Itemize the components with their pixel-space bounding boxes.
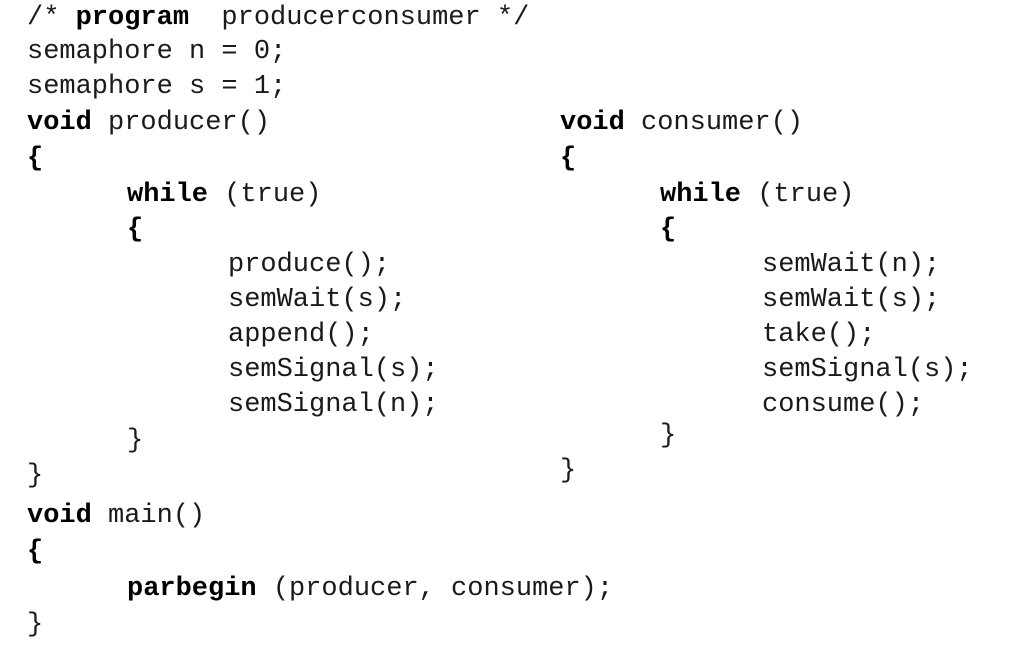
comment-keyword: program — [75, 3, 190, 33]
producer-while: while (true) — [127, 179, 321, 211]
consumer-close-brace: } — [560, 456, 577, 486]
producer-statement: append(); — [228, 320, 374, 350]
producer-loop-close: } — [127, 426, 144, 456]
global-declaration: semaphore n = 0; — [27, 37, 287, 67]
producer-loop-open: { — [127, 215, 144, 245]
comment-rest: producerconsumer */ — [189, 3, 530, 33]
consumer-statement: take(); — [762, 320, 876, 350]
while-keyword: while — [127, 180, 209, 210]
producer-statement: semWait(s); — [228, 285, 407, 315]
consumer-loop-close: } — [660, 421, 677, 451]
consumer-statement: semWait(s); — [762, 285, 941, 315]
main-close-brace: } — [27, 610, 44, 640]
producer-signature: void producer() — [27, 107, 270, 139]
consumer-loop-open: { — [660, 215, 677, 245]
producer-close-brace: } — [27, 461, 44, 491]
void-keyword: void — [27, 108, 92, 138]
global-declaration: semaphore s = 1; — [27, 72, 287, 102]
code-listing: /* program producerconsumer */ semaphore… — [0, 0, 1036, 650]
consumer-statement: semWait(n); — [762, 250, 941, 280]
consumer-open-brace: { — [560, 144, 577, 174]
producer-statement: semSignal(n); — [228, 390, 439, 420]
comment-open: /* — [27, 3, 76, 33]
producer-open-brace: { — [27, 144, 44, 174]
consumer-signature: void consumer() — [560, 107, 803, 139]
main-name: main() — [91, 501, 206, 531]
parbegin-keyword: parbegin — [127, 574, 257, 604]
parbegin-args: (producer, consumer); — [256, 574, 614, 604]
while-condition: (true) — [741, 180, 855, 210]
producer-statement: produce(); — [228, 250, 391, 280]
void-keyword: void — [560, 108, 625, 138]
consumer-name: consumer() — [624, 108, 804, 138]
while-condition: (true) — [208, 180, 322, 210]
void-keyword: void — [27, 501, 92, 531]
consumer-statement: semSignal(s); — [762, 355, 973, 385]
while-keyword: while — [660, 180, 742, 210]
parbegin-call: parbegin (producer, consumer); — [127, 573, 613, 605]
main-open-brace: { — [27, 537, 44, 567]
consumer-while: while (true) — [660, 179, 854, 211]
main-signature: void main() — [27, 500, 205, 532]
producer-statement: semSignal(s); — [228, 355, 439, 385]
program-comment: /* program producerconsumer */ — [27, 2, 529, 34]
consumer-statement: consume(); — [762, 390, 925, 420]
producer-name: producer() — [91, 108, 271, 138]
